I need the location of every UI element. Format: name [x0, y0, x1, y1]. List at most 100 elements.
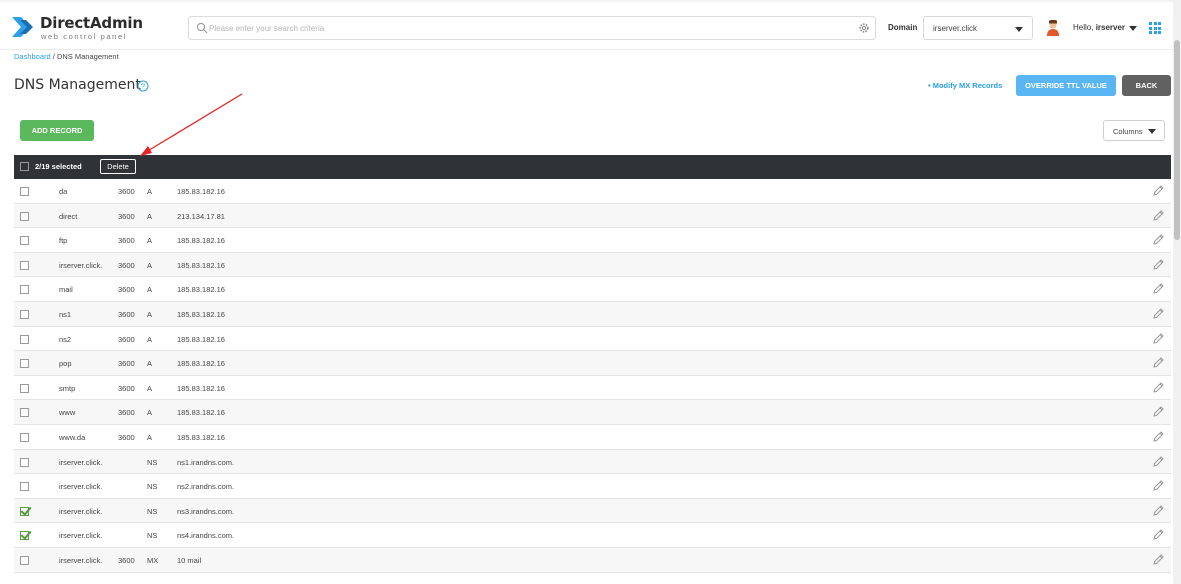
record-type: A — [147, 408, 153, 418]
edit-pencil-icon[interactable] — [1152, 528, 1165, 541]
edit-pencil-icon[interactable] — [1152, 381, 1165, 394]
row-checkbox[interactable] — [20, 211, 29, 221]
page-title: DNS Management — [14, 77, 141, 93]
edit-pencil-icon[interactable] — [1152, 184, 1165, 197]
record-value: 185.83.182.16 — [177, 236, 225, 246]
row-checkbox[interactable] — [20, 506, 29, 516]
table-row[interactable]: irserver.click. NS ns4.irandns.com. — [14, 523, 1171, 548]
record-name: ftp — [59, 236, 68, 246]
record-name: irserver.click. — [59, 482, 103, 492]
delete-button[interactable]: Delete — [100, 159, 136, 174]
username: irserver — [1095, 23, 1126, 32]
breadcrumb-dashboard-link[interactable]: Dashboard — [14, 52, 51, 61]
table-row[interactable]: da 3600 A 185.83.182.16 — [14, 179, 1171, 204]
table-row[interactable]: pop 3600 A 185.83.182.16 — [14, 351, 1171, 376]
edit-pencil-icon[interactable] — [1152, 405, 1165, 418]
record-value: 185.83.182.16 — [177, 260, 225, 270]
edit-pencil-icon[interactable] — [1152, 209, 1165, 222]
row-checkbox[interactable] — [20, 285, 29, 295]
domain-select[interactable]: irserver.click — [923, 16, 1033, 40]
edit-pencil-icon[interactable] — [1152, 479, 1165, 492]
edit-pencil-icon[interactable] — [1152, 332, 1165, 345]
record-ttl: 3600 — [118, 555, 135, 565]
record-ttl: 3600 — [118, 309, 135, 319]
record-ttl: 3600 — [118, 432, 135, 442]
user-menu-chevron-icon[interactable] — [1129, 26, 1137, 31]
table-row[interactable]: irserver.click. NS ns3.irandns.com. — [14, 498, 1171, 524]
table-row[interactable]: mail 3600 A 185.83.182.16 — [14, 277, 1171, 302]
edit-pencil-icon[interactable] — [1152, 258, 1165, 271]
record-type: A — [147, 285, 153, 295]
edit-pencil-icon[interactable] — [1152, 455, 1165, 468]
record-type: A — [147, 359, 153, 369]
row-checkbox[interactable] — [20, 260, 29, 270]
selection-count: 2/19 selected — [35, 162, 82, 171]
record-value: 213.134.17.81 — [177, 211, 225, 221]
record-type: NS — [147, 457, 158, 467]
row-checkbox[interactable] — [20, 334, 29, 344]
search-box[interactable] — [188, 16, 876, 40]
record-ttl: 3600 — [118, 236, 135, 246]
row-checkbox[interactable] — [20, 408, 29, 418]
table-row[interactable]: ns1 3600 A 185.83.182.16 — [14, 301, 1171, 327]
edit-pencil-icon[interactable] — [1152, 233, 1165, 246]
table-row[interactable]: www.da 3600 A 185.83.182.16 — [14, 425, 1171, 450]
record-type: A — [147, 236, 153, 246]
edit-pencil-icon[interactable] — [1152, 430, 1165, 443]
table-body: da 3600 A 185.83.182.16 direct 3600 A 213.134.1… — [14, 179, 1171, 573]
table-row[interactable]: direct 3600 A 213.134.17.81 — [14, 203, 1171, 229]
edit-pencil-icon[interactable] — [1152, 553, 1165, 566]
record-name: pop — [59, 359, 72, 369]
table-row[interactable]: smtp 3600 A 185.83.182.16 — [14, 376, 1171, 401]
record-type: NS — [147, 506, 158, 516]
edit-pencil-icon[interactable] — [1152, 282, 1165, 295]
gear-icon[interactable] — [858, 22, 870, 34]
record-ttl: 3600 — [118, 285, 135, 295]
table-row[interactable]: www 3600 A 185.83.182.16 — [14, 400, 1171, 425]
row-checkbox[interactable] — [20, 359, 29, 369]
columns-label: Columns — [1113, 127, 1143, 136]
back-button[interactable]: BACK — [1122, 75, 1171, 96]
table-row[interactable]: irserver.click. 3600 A 185.83.182.16 — [14, 252, 1171, 278]
edit-pencil-icon[interactable] — [1152, 356, 1165, 369]
edit-pencil-icon[interactable] — [1152, 504, 1165, 517]
search-input[interactable] — [209, 20, 839, 36]
row-checkbox[interactable] — [20, 555, 29, 565]
table-selection-bar: 2/19 selected Delete — [14, 155, 1171, 179]
row-checkbox[interactable] — [20, 457, 29, 467]
directadmin-logo[interactable]: DirectAdmin web control panel — [12, 12, 143, 42]
row-checkbox[interactable] — [20, 236, 29, 246]
page-scrollbar[interactable] — [1173, 0, 1181, 584]
table-row[interactable]: ftp 3600 A 185.83.182.16 — [14, 228, 1171, 253]
columns-dropdown[interactable]: Columns — [1103, 120, 1165, 141]
apps-grid-icon[interactable] — [1149, 22, 1161, 34]
help-icon[interactable]: ? — [137, 80, 149, 92]
dns-records-table: 2/19 selected Delete da 3600 A 185.83.182.1… — [14, 155, 1171, 573]
scrollbar-thumb[interactable] — [1174, 40, 1180, 240]
add-record-button[interactable]: ADD RECORD — [20, 120, 94, 141]
row-checkbox[interactable] — [20, 531, 29, 541]
override-ttl-button[interactable]: OVERRIDE TTL VALUE — [1016, 75, 1116, 96]
record-name: mail — [59, 285, 73, 295]
row-checkbox[interactable] — [20, 482, 29, 492]
table-row[interactable]: ns2 3600 A 185.83.182.16 — [14, 327, 1171, 352]
avatar[interactable] — [1046, 19, 1060, 36]
table-row[interactable]: irserver.click. NS ns1.irandns.com. — [14, 449, 1171, 475]
record-ttl: 3600 — [118, 334, 135, 344]
row-checkbox[interactable] — [20, 187, 29, 196]
edit-pencil-icon[interactable] — [1152, 307, 1165, 320]
record-value: 185.83.182.16 — [177, 432, 225, 442]
record-value: 185.83.182.16 — [177, 408, 225, 418]
record-name: ns1 — [59, 309, 72, 319]
record-ttl: 3600 — [118, 211, 135, 221]
record-value: 185.83.182.16 — [177, 285, 225, 295]
user-greeting[interactable]: Hello, irserver — [1073, 23, 1125, 32]
row-checkbox[interactable] — [20, 309, 29, 319]
row-checkbox[interactable] — [20, 383, 29, 393]
record-name: da — [59, 187, 68, 196]
select-all-checkbox[interactable] — [20, 162, 29, 171]
modify-mx-records-link[interactable]: • Modify MX Records — [928, 81, 1002, 90]
table-row[interactable]: irserver.click. 3600 MX 10 mail — [14, 547, 1171, 573]
table-row[interactable]: irserver.click. NS ns2.irandns.com. — [14, 474, 1171, 499]
row-checkbox[interactable] — [20, 432, 29, 442]
